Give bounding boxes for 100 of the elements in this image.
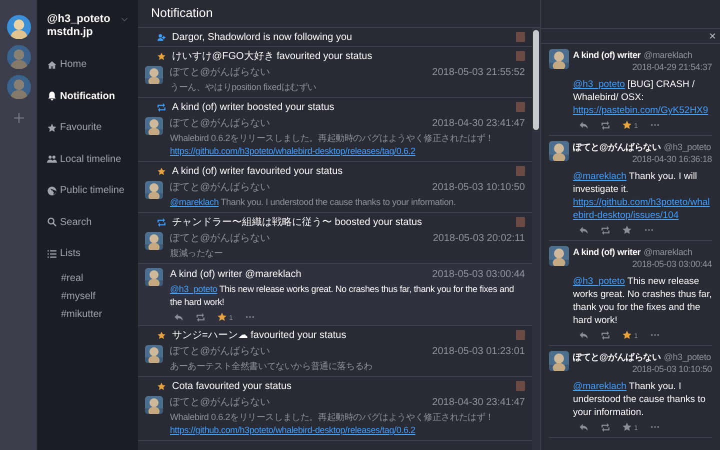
star-icon	[157, 382, 166, 390]
boost-icon	[157, 218, 166, 226]
timestamp: 2018-04-30 16:36:18	[632, 153, 712, 165]
boost-icon	[196, 312, 205, 322]
mention-link[interactable]: @mareklach	[573, 171, 626, 182]
close-button[interactable]: ×	[708, 30, 716, 42]
account-avatar[interactable]	[6, 15, 30, 39]
boost-icon	[157, 102, 166, 112]
menu-item[interactable]: Local timeline	[47, 144, 128, 175]
status-text: 腹減ったなー	[170, 247, 224, 260]
avatar[interactable]	[145, 268, 163, 286]
status-text: Whalebird 0.6.2をリリースしました。再起動時のバグはようやく修正されたはず！ https://github.com/h3poteto/whalebird-desktop/releases/tag/0.6.2	[170, 132, 525, 158]
account-domain: mstdn.jp	[47, 26, 94, 39]
menu-item[interactable]: Lists	[47, 238, 128, 270]
boost-icon	[601, 120, 610, 130]
menu-item[interactable]: Home	[47, 49, 128, 80]
account-handle: @h3_poteto	[664, 141, 711, 153]
display-name: ぽてと@がんばらない	[170, 344, 270, 358]
actor-avatar	[516, 330, 525, 340]
display-name: ぽてと@がんばらない	[170, 180, 270, 194]
mention-link[interactable]: @h3_poteto	[573, 79, 625, 90]
link[interactable]: https://github.com/h3poteto/whalebird-desktop/releases/tag/0.6.2	[170, 145, 525, 158]
display-name: ぽてと@がんばらない	[170, 66, 270, 80]
menu-item[interactable]: Search	[47, 206, 128, 238]
avatar[interactable]	[145, 181, 163, 199]
timestamp: 2018-04-30 23:41:47	[432, 116, 525, 130]
star-icon[interactable]	[622, 422, 632, 432]
notification-title: Cota favourited your status	[172, 380, 292, 394]
reply-icon	[174, 312, 184, 322]
star-icon	[157, 52, 166, 60]
avatar[interactable]	[145, 396, 163, 414]
display-name: A kind (of) writer @mareklach	[170, 268, 302, 282]
list-item[interactable]: #mikutter	[47, 306, 128, 324]
account-handle: @h3_poteto	[664, 351, 711, 363]
actor-avatar	[516, 102, 525, 112]
menu-item[interactable]: Favourite	[47, 112, 128, 144]
page-title: Notification	[151, 5, 213, 22]
display-name: ぽてと@がんばらない	[170, 232, 270, 246]
mention-link[interactable]: @h3_poteto	[170, 284, 218, 294]
timestamp: 2018-04-29 21:54:37	[632, 61, 712, 73]
actor-avatar	[516, 381, 525, 391]
notification-title: チャンドラー〜組織は戦略に従う〜 boosted your status	[172, 216, 422, 230]
mention-link[interactable]: @mareklach	[573, 381, 626, 392]
list-item[interactable]: #myself	[47, 288, 128, 306]
avatar[interactable]	[549, 141, 569, 161]
star-icon[interactable]	[622, 120, 632, 130]
boost-icon	[601, 330, 610, 340]
timestamp: 2018-05-03 03:00:44	[432, 268, 525, 282]
menu-item[interactable]: Notification	[47, 80, 128, 112]
boost-icon	[601, 422, 610, 432]
star-icon[interactable]	[622, 330, 632, 340]
star-icon	[157, 166, 166, 176]
user-plus-icon	[157, 32, 166, 42]
status-text: あーあーテスト全然書いてないから普通に落ちるわ	[170, 360, 374, 373]
scrollbar-thumb[interactable]	[533, 30, 539, 130]
timestamp: 2018-05-03 01:23:01	[432, 344, 525, 358]
list-item[interactable]: #real	[47, 270, 128, 288]
display-name: ぽてと@がんばらない	[170, 396, 270, 410]
avatar[interactable]	[145, 117, 163, 135]
status-text: @h3_poteto This new release works great. No crashes thus far, thank you for the fixes and the hard work!	[170, 283, 515, 309]
display-name: ぽてと@がんばらない	[170, 116, 270, 130]
notification-title: けいすけ@FGO大好き favourited your status	[172, 50, 372, 64]
status-text: うーん、やはりposition fixedはむずい	[170, 81, 318, 94]
account-handle: @mareklach	[644, 49, 692, 61]
avatar[interactable]	[549, 351, 569, 371]
status-text: @h3_poteto [BUG] CRASH / Whalebird/ OSX: https://pastebin.com/GyK52HX9	[573, 78, 712, 117]
actor-avatar	[516, 217, 525, 227]
timestamp: 2018-05-03 10:10:50	[632, 363, 712, 375]
display-name: ぽてと@がんばらない	[573, 141, 661, 153]
avatar[interactable]	[549, 246, 569, 266]
notification-title: Dargor, Shadowlord is now following you	[172, 30, 352, 44]
timestamp: 2018-05-03 20:02:11	[432, 232, 525, 246]
account-name: @h3_poteto	[47, 13, 110, 26]
globe-icon	[47, 186, 57, 196]
link[interactable]: https://github.com/h3poteto/whalebird-desktop/issues/104	[573, 196, 712, 222]
notification-title: A kind (of) writer boosted your status	[172, 100, 334, 114]
display-name: A kind (of) writer	[573, 246, 641, 258]
display-name: A kind (of) writer	[573, 49, 641, 61]
status-text: @mareklach Thank you. I understood the cause thanks to your information.	[573, 380, 707, 419]
avatar[interactable]	[145, 66, 163, 84]
mention-link[interactable]: @h3_poteto	[573, 276, 625, 287]
bell-icon	[47, 91, 57, 102]
account-handle: @mareklach	[644, 246, 692, 258]
chevron-down-icon[interactable]	[121, 17, 128, 22]
search-icon	[47, 217, 57, 228]
star-icon[interactable]	[217, 312, 227, 322]
mention-link[interactable]: @mareklach	[170, 197, 219, 207]
menu-item[interactable]: Public timeline	[47, 175, 128, 206]
avatar[interactable]	[145, 345, 163, 363]
users-icon	[47, 154, 57, 164]
link[interactable]: https://pastebin.com/GyK52HX9	[573, 104, 712, 117]
link[interactable]: https://github.com/h3poteto/whalebird-desktop/releases/tag/0.6.2	[170, 424, 525, 437]
timestamp: 2018-05-03 03:00:44	[632, 258, 712, 270]
reply-icon	[579, 120, 589, 130]
reply-icon	[579, 225, 589, 235]
avatar[interactable]	[145, 232, 163, 250]
add-account-icon[interactable]	[14, 113, 24, 123]
boost-icon	[601, 226, 610, 234]
star-icon[interactable]	[622, 225, 632, 235]
avatar[interactable]	[549, 49, 569, 69]
